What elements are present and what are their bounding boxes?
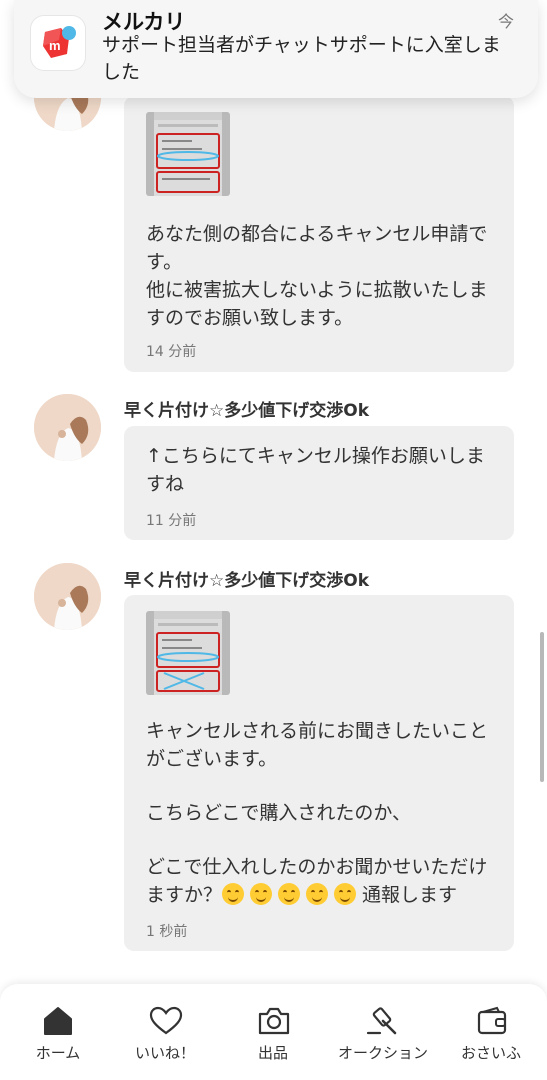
tab-sell[interactable]: 出品	[223, 984, 323, 1080]
tab-wallet[interactable]: おさいふ	[441, 984, 541, 1080]
smile-emoji-icon	[306, 883, 329, 905]
message-bubble: あなた側の都合によるキャンセル申請です。 他に被害拡大しないように拡散いたします…	[124, 96, 514, 372]
message-text-line: キャンセルされる前にお聞きしたいことがございます。	[146, 720, 489, 770]
smile-emoji-icon	[278, 883, 301, 905]
tab-likes[interactable]: いいね！	[115, 984, 215, 1080]
message-text: ↑こちらにてキャンセル操作お願いしますね	[146, 445, 485, 495]
notification-time: 今	[497, 12, 514, 31]
message-bubble: ↑こちらにてキャンセル操作お願いしますね 11 分前	[124, 426, 514, 540]
heart-icon	[149, 1006, 183, 1035]
attached-screenshot-thumbnail[interactable]	[146, 112, 230, 196]
notification-message: サポート担当者がチャットサポートに入室しました	[102, 34, 501, 83]
bottom-tab-bar: ホーム いいね！ 出品 オークション おさいふ	[0, 984, 547, 1080]
message-timestamp: 1 秒前	[146, 924, 188, 940]
sender-name: 早く片付け☆多少値下げ交渉Ok	[124, 401, 369, 421]
avatar[interactable]	[34, 563, 101, 630]
smile-emoji-icon	[250, 883, 273, 905]
tab-label: オークション	[337, 1044, 428, 1062]
message-bubble: キャンセルされる前にお聞きしたいことがございます。 こちらどこで購入されたのか、…	[124, 595, 514, 951]
message-timestamp: 11 分前	[146, 513, 197, 529]
attached-screenshot-thumbnail[interactable]	[146, 611, 230, 695]
sender-name: 早く片付け☆多少値下げ交渉Ok	[124, 571, 369, 591]
message-text-line: こちらどこで購入されたのか、	[146, 802, 412, 824]
tab-auction[interactable]: オークション	[331, 984, 435, 1080]
tab-label: おさいふ	[460, 1044, 521, 1062]
smile-emoji-icon	[222, 883, 245, 905]
tab-home[interactable]: ホーム	[8, 984, 108, 1080]
scrollbar[interactable]	[540, 632, 544, 782]
svg-text:m: m	[49, 38, 61, 53]
message-text-warning: 通報します	[362, 884, 458, 906]
message-text: あなた側の都合によるキャンセル申請です。 他に被害拡大しないように拡散いたします…	[146, 223, 488, 329]
message-timestamp: 14 分前	[146, 344, 197, 360]
home-icon	[44, 1007, 72, 1035]
tab-label: ホーム	[35, 1044, 81, 1062]
tab-label: 出品	[257, 1044, 288, 1062]
wallet-icon	[477, 1006, 507, 1035]
avatar[interactable]	[34, 394, 101, 461]
notification-banner[interactable]: m メルカリ 今 サポート担当者がチャットサポートに入室しました	[14, 0, 538, 98]
smile-emoji-icon	[334, 883, 357, 905]
tab-label: いいね！	[134, 1044, 195, 1062]
mercari-app-icon: m	[31, 16, 85, 70]
gavel-icon	[366, 1007, 397, 1035]
message-text-line: どこで仕入れしたのかお聞かせいただけますか？ 通報します	[146, 853, 491, 909]
camera-icon	[258, 1007, 290, 1035]
